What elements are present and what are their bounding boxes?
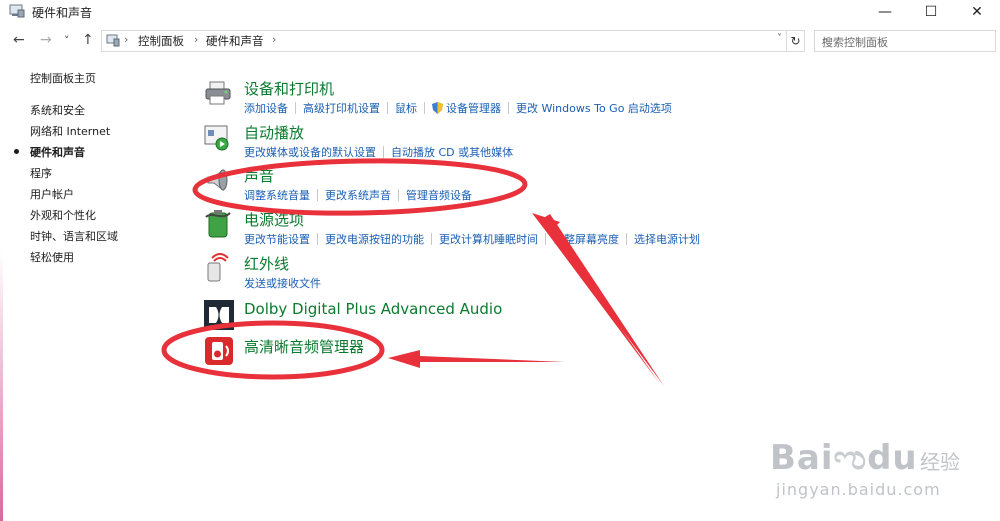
desktop-edge — [0, 250, 3, 521]
sidebar-item-hardware-sound[interactable]: 硬件和声音 — [14, 144, 85, 160]
baidu-watermark-logo: Baiಌdu 经验 — [770, 438, 960, 478]
link-power-plan[interactable]: 选择电源计划 — [634, 231, 700, 247]
link-sleep-time[interactable]: 更改计算机睡眠时间 — [439, 231, 538, 247]
autoplay-icon — [204, 125, 229, 151]
hd-audio-icon — [205, 337, 233, 365]
address-dropdown-icon[interactable]: ˅ — [777, 33, 782, 44]
sidebar-item-user-accounts[interactable]: 用户帐户 — [30, 186, 74, 202]
category-links: 更改媒体或设备的默认设置 自动播放 CD 或其他媒体 — [244, 144, 513, 160]
forward-button[interactable]: → — [40, 32, 52, 48]
navigation-bar: ← → ˅ ↑ › 控制面板 › 硬件和声音 › ˅ ↻ 搜索控制面板 ⌕ — [0, 28, 1000, 54]
watermark-sub: 经验 — [920, 450, 960, 474]
category-links: 调整系统音量 更改系统声音 管理音频设备 — [244, 187, 472, 203]
link-advanced-printer-setup[interactable]: 高级打印机设置 — [303, 100, 380, 116]
maximize-button[interactable]: ☐ — [908, 0, 954, 24]
watermark-brand: Baiಌdu — [770, 438, 918, 478]
sidebar-item-programs[interactable]: 程序 — [30, 165, 52, 181]
link-divider — [295, 102, 296, 114]
battery-icon — [205, 210, 231, 238]
link-manage-audio-devices[interactable]: 管理音频设备 — [406, 187, 472, 203]
category-title[interactable]: 高清晰音频管理器 — [244, 336, 364, 357]
link-divider — [317, 189, 318, 201]
active-bullet-icon — [14, 149, 19, 154]
recent-dropdown[interactable]: ˅ — [64, 34, 70, 47]
breadcrumb-control-panel[interactable]: 控制面板 — [138, 33, 184, 49]
link-send-receive-files[interactable]: 发送或接收文件 — [244, 275, 321, 291]
link-divider — [545, 233, 546, 245]
sidebar-item-clock-region[interactable]: 时钟、语言和区域 — [30, 228, 118, 244]
link-power-button[interactable]: 更改电源按钮的功能 — [325, 231, 424, 247]
breadcrumb-separator: › — [194, 33, 199, 46]
link-divider — [508, 102, 509, 114]
link-divider — [398, 189, 399, 201]
dolby-icon — [204, 300, 234, 330]
up-button[interactable]: ↑ — [82, 32, 94, 48]
link-change-media-defaults[interactable]: 更改媒体或设备的默认设置 — [244, 144, 376, 160]
category-title[interactable]: 电源选项 — [244, 209, 304, 230]
category-title[interactable]: 自动播放 — [244, 122, 304, 143]
arrow-to-hd-audio — [388, 350, 565, 368]
link-adjust-volume[interactable]: 调整系统音量 — [244, 187, 310, 203]
link-divider — [431, 233, 432, 245]
sidebar-item-system-security[interactable]: 系统和安全 — [30, 102, 85, 118]
category-title[interactable]: Dolby Digital Plus Advanced Audio — [244, 300, 502, 318]
back-button[interactable]: ← — [13, 32, 25, 48]
link-label: 设备管理器 — [446, 102, 501, 115]
window-title: 硬件和声音 — [32, 6, 93, 20]
link-add-device[interactable]: 添加设备 — [244, 100, 288, 116]
infrared-icon — [207, 253, 229, 282]
category-title[interactable]: 设备和打印机 — [244, 78, 334, 99]
sidebar-item-label: 硬件和声音 — [30, 146, 85, 159]
link-divider — [383, 146, 384, 158]
link-divider — [387, 102, 388, 114]
breadcrumb-separator: › — [124, 33, 129, 46]
category-links: 添加设备 高级打印机设置 鼠标 设备管理器 更改 Windows To Go 启动选项 — [244, 100, 672, 116]
uac-shield-icon — [432, 102, 443, 114]
category-title[interactable]: 红外线 — [244, 253, 289, 274]
search-input[interactable]: 搜索控制面板 ⌕ — [814, 30, 996, 52]
sidebar-home-link[interactable]: 控制面板主页 — [30, 70, 96, 86]
minimize-button[interactable]: — — [862, 0, 908, 24]
title-bar: 硬件和声音 — ☐ ✕ — [0, 0, 1000, 24]
link-brightness[interactable]: 调整屏幕亮度 — [553, 231, 619, 247]
speaker-icon — [207, 168, 228, 192]
search-icon[interactable]: ⌕ — [822, 33, 989, 48]
link-divider — [317, 233, 318, 245]
sidebar-item-ease-of-access[interactable]: 轻松使用 — [30, 249, 74, 265]
watermark-url: jingyan.baidu.com — [776, 480, 941, 499]
link-change-system-sounds[interactable]: 更改系统声音 — [325, 187, 391, 203]
sidebar-item-appearance[interactable]: 外观和个性化 — [30, 207, 96, 223]
link-autoplay-cd[interactable]: 自动播放 CD 或其他媒体 — [391, 144, 513, 160]
link-mouse[interactable]: 鼠标 — [395, 100, 417, 116]
breadcrumb-separator: › — [272, 33, 277, 46]
category-links: 发送或接收文件 — [244, 275, 321, 291]
link-power-saving[interactable]: 更改节能设置 — [244, 231, 310, 247]
link-device-manager[interactable]: 设备管理器 — [432, 100, 501, 116]
link-divider — [424, 102, 425, 114]
sidebar-item-network[interactable]: 网络和 Internet — [30, 123, 110, 139]
breadcrumb-hardware-sound[interactable]: 硬件和声音 — [206, 33, 264, 49]
address-bar[interactable]: › 控制面板 › 硬件和声音 › ˅ — [101, 30, 787, 52]
category-title[interactable]: 声音 — [244, 165, 274, 186]
refresh-button[interactable]: ↻ — [786, 30, 805, 52]
link-divider — [626, 233, 627, 245]
category-links: 更改节能设置 更改电源按钮的功能 更改计算机睡眠时间 调整屏幕亮度 选择电源计划 — [244, 231, 700, 247]
link-windows-to-go[interactable]: 更改 Windows To Go 启动选项 — [516, 100, 672, 116]
control-panel-icon — [106, 34, 120, 47]
close-button[interactable]: ✕ — [954, 0, 1000, 24]
printer-icon — [205, 81, 231, 105]
control-panel-icon — [9, 4, 25, 18]
